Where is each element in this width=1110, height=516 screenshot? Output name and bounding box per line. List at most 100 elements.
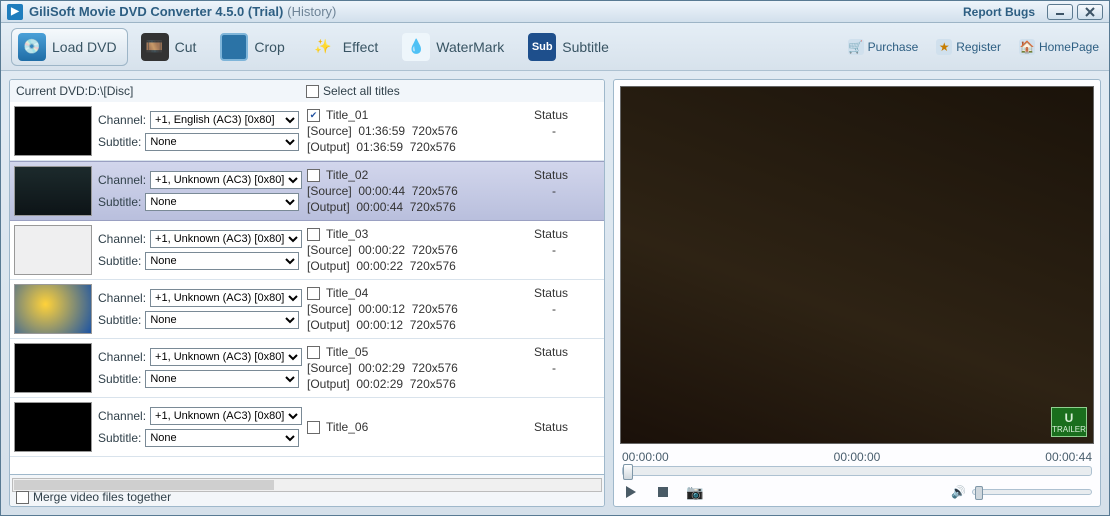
minimize-button[interactable]: [1047, 4, 1073, 20]
subtitle-button[interactable]: Sub Subtitle: [521, 28, 620, 66]
title-checkbox[interactable]: [307, 346, 320, 359]
select-all-titles[interactable]: Select all titles: [306, 84, 400, 98]
source-line: [Source] 00:02:29 720x576-: [307, 361, 598, 375]
snapshot-button[interactable]: 📷: [686, 484, 704, 500]
purchase-label: Purchase: [868, 40, 919, 54]
output-line: [Output] 00:00:44 720x576: [307, 200, 598, 214]
channel-label: Channel:: [98, 113, 146, 127]
effect-label: Effect: [343, 39, 379, 55]
subtitle-label: Subtitle: [562, 39, 609, 55]
output-line: [Output] 01:36:59 720x576: [307, 140, 598, 154]
register-link[interactable]: ★ Register: [936, 39, 1001, 55]
subtitle-label: Subtitle:: [98, 195, 141, 209]
title-checkbox[interactable]: [307, 228, 320, 241]
subtitle-select[interactable]: None: [145, 193, 299, 211]
title-row[interactable]: Channel: +1, Unknown (AC3) [0x80] Subtitle…: [10, 161, 604, 221]
title-row[interactable]: Channel:+1, Unknown (AC3) [0x80]Subtitle…: [10, 398, 604, 457]
volume-icon: 🔊: [951, 485, 966, 499]
title-checkbox[interactable]: [307, 169, 320, 182]
current-dvd-path: Current DVD:D:\[Disc]: [16, 84, 306, 98]
subtitle-select[interactable]: None: [145, 429, 299, 447]
status-value: -: [552, 184, 598, 198]
status-header: Status: [534, 345, 598, 359]
stop-button[interactable]: [654, 484, 672, 500]
channel-label: Channel:: [98, 173, 146, 187]
title-name: Title_03: [326, 227, 368, 241]
title-row[interactable]: Channel:+1, Unknown (AC3) [0x80]Subtitle…: [10, 280, 604, 339]
thumbnail: [14, 166, 92, 216]
merge-option[interactable]: Merge video files together: [16, 490, 171, 504]
status-header: Status: [534, 108, 598, 122]
thumbnail: [14, 402, 92, 452]
seek-slider[interactable]: [622, 466, 1092, 476]
channel-select[interactable]: +1, Unknown (AC3) [0x80]: [150, 348, 302, 366]
row-meta: Channel:+1, Unknown (AC3) [0x80]Subtitle…: [96, 223, 301, 277]
watermark-button[interactable]: 💧 WaterMark: [395, 28, 515, 66]
subtitle-label: Subtitle:: [98, 372, 141, 386]
status-header: Status: [534, 168, 598, 182]
preview-panel: U TRAILER 00:00:00 00:00:00 00:00:44 📷 🔊: [613, 79, 1101, 507]
purchase-link[interactable]: 🛒 Purchase: [848, 39, 919, 55]
row-meta: Channel:+1, Unknown (AC3) [0x80]Subtitle…: [96, 400, 301, 454]
output-line: [Output] 00:00:22 720x576: [307, 259, 598, 273]
subtitle-select[interactable]: None: [145, 252, 299, 270]
source-line: [Source] 00:00:44 720x576-: [307, 184, 598, 198]
title-checkbox[interactable]: ✔: [307, 109, 320, 122]
subtitle-label: Subtitle:: [98, 135, 141, 149]
video-preview[interactable]: U TRAILER: [620, 86, 1094, 444]
channel-select[interactable]: +1, Unknown (AC3) [0x80]: [150, 407, 302, 425]
title-name: Title_02: [326, 168, 368, 182]
play-button[interactable]: [622, 484, 640, 500]
channel-select[interactable]: +1, English (AC3) [0x80]: [150, 111, 299, 129]
subtitle-icon: Sub: [528, 33, 556, 61]
thumbnail: [14, 106, 92, 156]
play-icon: [624, 485, 638, 499]
main-toolbar: 💿 Load DVD 🎞️ Cut Crop ✨ Effect 💧 WaterM…: [1, 23, 1109, 71]
thumbnail: [14, 225, 92, 275]
channel-select[interactable]: +1, Unknown (AC3) [0x80]: [150, 289, 302, 307]
effect-button[interactable]: ✨ Effect: [302, 28, 390, 66]
player-controls: 📷 🔊: [614, 482, 1100, 506]
cut-button[interactable]: 🎞️ Cut: [134, 28, 208, 66]
home-icon: 🏠: [1019, 39, 1035, 55]
title-row[interactable]: Channel:+1, Unknown (AC3) [0x80]Subtitle…: [10, 221, 604, 280]
register-label: Register: [956, 40, 1001, 54]
output-line: [Output] 00:00:12 720x576: [307, 318, 598, 332]
thumbnail: [14, 284, 92, 334]
close-button[interactable]: [1077, 4, 1103, 20]
load-dvd-button[interactable]: 💿 Load DVD: [11, 28, 128, 66]
title-checkbox[interactable]: [307, 287, 320, 300]
merge-checkbox[interactable]: [16, 491, 29, 504]
cut-label: Cut: [175, 39, 197, 55]
titlebar: ▶ GiliSoft Movie DVD Converter 4.5.0 (Tr…: [1, 1, 1109, 23]
title-row[interactable]: Channel:+1, Unknown (AC3) [0x80]Subtitle…: [10, 339, 604, 398]
title-checkbox[interactable]: [307, 421, 320, 434]
volume-control[interactable]: 🔊: [951, 485, 1092, 499]
title-list[interactable]: Channel: +1, English (AC3) [0x80] Subtitle…: [10, 102, 604, 474]
title-row[interactable]: Channel: +1, English (AC3) [0x80] Subtitle…: [10, 102, 604, 161]
report-bugs-link[interactable]: Report Bugs: [963, 5, 1035, 19]
channel-select[interactable]: +1, Unknown (AC3) [0x80]: [150, 171, 302, 189]
output-line: [Output] 00:02:29 720x576: [307, 377, 598, 391]
star-icon: ★: [936, 39, 952, 55]
crop-button[interactable]: Crop: [213, 28, 295, 66]
homepage-link[interactable]: 🏠 HomePage: [1019, 39, 1099, 55]
subtitle-select[interactable]: None: [145, 133, 299, 151]
crop-label: Crop: [254, 39, 284, 55]
volume-slider[interactable]: [972, 489, 1092, 495]
source-line: [Source] 00:00:12 720x576-: [307, 302, 598, 316]
status-header: Status: [534, 286, 598, 300]
cut-icon: 🎞️: [141, 33, 169, 61]
merge-label: Merge video files together: [33, 490, 171, 504]
row-info: Title_04Status[Source] 00:00:12 720x576-…: [301, 282, 604, 336]
channel-label: Channel:: [98, 409, 146, 423]
subtitle-select[interactable]: None: [145, 370, 299, 388]
status-header: Status: [534, 227, 598, 241]
rating-badge: U TRAILER: [1051, 407, 1087, 437]
list-header: Current DVD:D:\[Disc] Select all titles: [10, 80, 604, 102]
subtitle-select[interactable]: None: [145, 311, 299, 329]
time-right: 00:00:44: [1045, 450, 1092, 464]
select-all-checkbox[interactable]: [306, 85, 319, 98]
channel-select[interactable]: +1, Unknown (AC3) [0x80]: [150, 230, 302, 248]
crop-icon: [220, 33, 248, 61]
